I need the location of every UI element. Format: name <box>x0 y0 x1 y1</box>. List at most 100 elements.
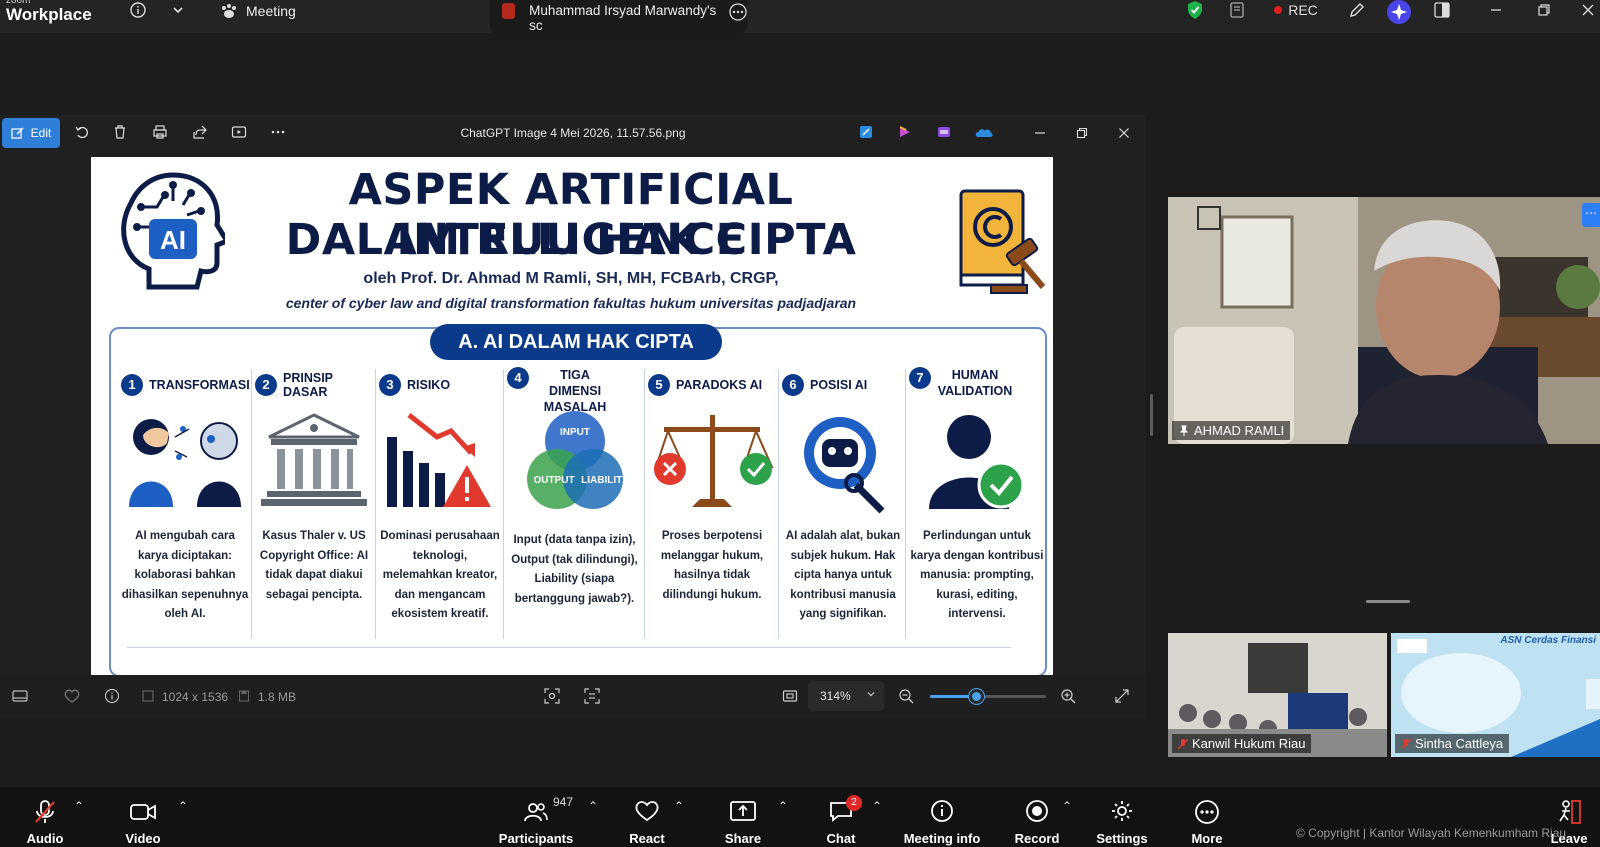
mic-muted-icon <box>1401 738 1411 749</box>
balance-scale-icon <box>648 407 776 517</box>
info-icon[interactable] <box>128 0 148 20</box>
restore-icon[interactable] <box>1534 0 1554 20</box>
column-title: TRANSFORMASI <box>149 378 250 392</box>
viewer-toolbar: Edit ChatGPT Image 4 Mei 2026, 11.57.56.… <box>0 115 1146 153</box>
audio-options-caret-icon[interactable]: ⌃ <box>74 799 84 813</box>
video-editor-icon[interactable] <box>934 124 954 144</box>
viewer-restore-icon[interactable] <box>1072 124 1092 144</box>
fullscreen-icon[interactable] <box>1114 688 1130 707</box>
transcript-icon[interactable] <box>1226 0 1248 20</box>
share-label: Share <box>724 831 762 846</box>
close-icon[interactable] <box>1578 0 1598 20</box>
gear-icon <box>1110 799 1134 825</box>
record-button[interactable]: Record <box>1014 787 1060 847</box>
participants-caret-icon[interactable]: ⌃ <box>588 799 598 813</box>
video-label: Video <box>125 831 161 846</box>
zoom-out-icon[interactable] <box>898 688 914 707</box>
slide-title-line2: DALAM RUU HAK CIPTA <box>285 215 857 265</box>
visual-search-icon[interactable] <box>544 688 560 707</box>
tab-meeting-label: Meeting <box>246 3 296 19</box>
share-button[interactable]: Share <box>720 787 766 847</box>
column-body: Kasus Thaler v. US Copyright Office: AI … <box>259 530 369 601</box>
pin-icon <box>1179 425 1189 436</box>
participant-tile-sintha[interactable]: ASN Cerdas Finansi Sintha Cattleya <box>1391 633 1600 757</box>
annotate-pen-icon[interactable] <box>1346 0 1368 20</box>
video-options-caret-icon[interactable]: ⌃ <box>178 799 188 813</box>
ai-companion-icon[interactable] <box>1382 0 1416 26</box>
column-divider <box>503 369 504 639</box>
side-panel-icon[interactable] <box>1432 0 1452 20</box>
react-caret-icon[interactable]: ⌃ <box>674 799 684 813</box>
designer-app-icon[interactable] <box>856 124 876 144</box>
gallery-drag-handle[interactable] <box>1366 600 1410 603</box>
column-title: POSISI AI <box>810 378 868 392</box>
record-dot-icon <box>1274 6 1283 14</box>
video-button[interactable]: Video <box>118 787 168 847</box>
image-dimensions: 1024 x 1536 <box>162 690 229 704</box>
participants-count: 947 <box>553 795 574 809</box>
chat-label: Chat <box>826 831 856 846</box>
file-info-icon[interactable] <box>104 688 120 707</box>
participants-icon <box>523 799 549 825</box>
viewer-minimize-icon[interactable] <box>1030 124 1050 144</box>
react-label: React <box>629 831 665 846</box>
record-label: Record <box>1014 831 1060 846</box>
viewer-close-icon[interactable] <box>1114 124 1134 144</box>
next-page-icon[interactable] <box>1586 679 1600 709</box>
chat-caret-icon[interactable]: ⌃ <box>872 799 882 813</box>
text-extract-icon[interactable] <box>584 688 600 707</box>
settings-button[interactable]: Settings <box>1096 787 1148 847</box>
image-viewer-window: Edit ChatGPT Image 4 Mei 2026, 11.57.56.… <box>0 115 1146 719</box>
recording-indicator[interactable]: REC <box>1272 0 1320 20</box>
column-title: PRINSIP DASAR <box>283 371 333 399</box>
courthouse-icon <box>255 407 373 517</box>
audio-button[interactable]: Audio <box>20 787 70 847</box>
zoom-slider-thumb[interactable] <box>969 689 985 704</box>
filmstrip-icon[interactable] <box>12 689 28 706</box>
participant-tile-kanwil[interactable]: Kanwil Hukum Riau <box>1168 633 1387 757</box>
more-icon <box>1194 799 1220 825</box>
human-robot-icon <box>121 407 249 517</box>
column-divider <box>905 369 906 639</box>
minimize-icon[interactable] <box>1486 0 1506 20</box>
file-size-icon <box>238 690 250 705</box>
active-speaker-video[interactable]: ⋯ AHMAD RAMLI <box>1168 197 1600 444</box>
declining-chart-warning-icon <box>379 407 501 517</box>
react-button[interactable]: React <box>624 787 670 847</box>
video-options-icon[interactable]: ⋯ <box>1582 203 1600 227</box>
column-divider <box>778 369 779 639</box>
paw-icon <box>220 3 238 22</box>
more-button[interactable]: More <box>1184 787 1230 847</box>
tab-meeting[interactable]: Meeting <box>220 0 490 33</box>
column-number: 5 <box>648 374 670 396</box>
more-options-icon[interactable] <box>729 3 747 24</box>
tab-share-label: Muhammad Irsyad Marwandy's sc <box>529 3 717 33</box>
rec-label: REC <box>1288 2 1318 18</box>
meeting-info-button[interactable]: Meeting info <box>900 787 984 847</box>
ai-head-icon: AI <box>113 167 231 293</box>
onedrive-icon[interactable] <box>974 124 994 144</box>
venn-liability-label: LIABILITY <box>581 475 629 486</box>
shield-icon[interactable] <box>1184 0 1206 20</box>
favorite-heart-icon[interactable] <box>64 689 80 706</box>
bottom-divider <box>127 647 1011 648</box>
column-number: 1 <box>121 374 143 396</box>
speaker-video-frame <box>1168 197 1600 444</box>
tab-screen-share[interactable]: Muhammad Irsyad Marwandy's sc <box>490 0 747 33</box>
column-title: RISIKO <box>407 378 451 392</box>
zoom-in-icon[interactable] <box>1060 688 1076 707</box>
copyright-book-gavel-icon <box>951 187 1051 297</box>
fit-to-window-icon[interactable] <box>782 688 798 707</box>
share-caret-icon[interactable]: ⌃ <box>778 799 788 813</box>
zoom-level-dropdown[interactable]: 314% <box>808 681 884 711</box>
slide-banner-text: ASN Cerdas Finansi <box>1500 635 1596 646</box>
column-paradoks-ai: 5 PARADOKS AI Proses berpotensi melanggar… <box>648 367 776 637</box>
chevron-down-icon[interactable] <box>168 0 188 20</box>
viewer-footer: 1024 x 1536 1.8 MB 314% <box>0 675 1146 719</box>
zoom-slider[interactable] <box>930 689 1046 704</box>
participant-name-tag: Sintha Cattleya <box>1395 734 1510 753</box>
participants-label: Participants <box>498 831 574 846</box>
panel-resize-handle[interactable] <box>1150 394 1153 436</box>
clipchamp-icon[interactable] <box>895 124 915 144</box>
record-caret-icon[interactable]: ⌃ <box>1062 799 1072 813</box>
